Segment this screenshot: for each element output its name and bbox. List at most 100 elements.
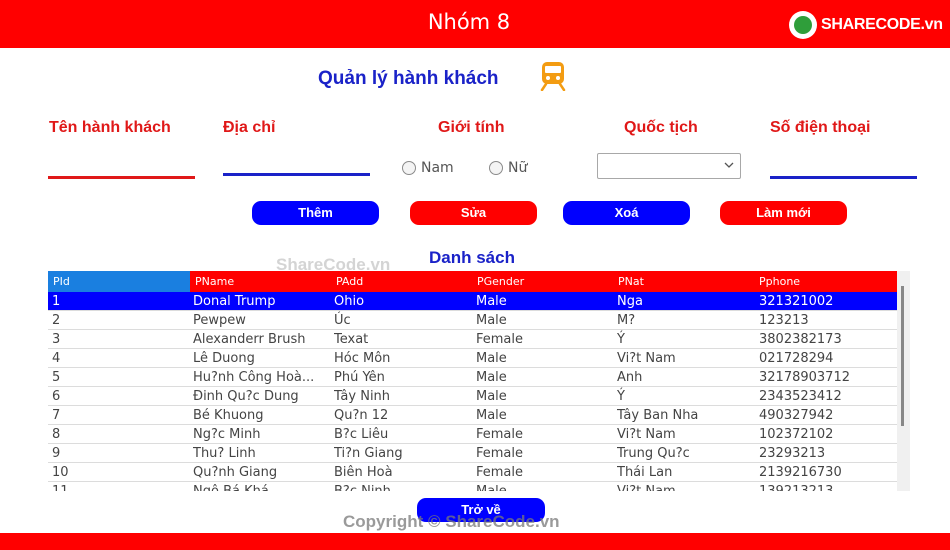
table-row[interactable]: 7 Bé Khuong Qu?n 12 Male Tây Ban Nha 49032794… [48,406,897,425]
name-input[interactable] [49,146,195,176]
cell-padd: B?c Ninh [334,482,469,491]
radio-circle [489,161,503,175]
cell-pname: Lê Duong [193,351,255,366]
cell-pnat: Anh [617,370,643,385]
cell-pid: 10 [52,465,69,480]
cell-pnat: Ý [617,332,625,347]
column-header-pgender[interactable]: PGender [472,271,613,292]
address-input[interactable] [223,146,370,176]
edit-button[interactable]: Sửa [410,201,537,225]
sharecode-logo-text: SHARECODE.vn [821,16,943,33]
cell-pphone: 123213 [759,313,809,328]
cell-pgender: Female [476,465,524,480]
column-header-pid[interactable]: PId [48,271,190,292]
cell-padd: Úc [334,313,351,328]
cell-pnat: Nga [617,294,643,309]
cell-pname: Qu?nh Giang [193,465,278,480]
cell-padd: Phú Yên [334,370,385,385]
cell-pphone: 23293213 [759,446,826,461]
cell-pgender: Male [476,294,507,309]
add-button[interactable]: Thêm [252,201,379,225]
table-row[interactable]: 10 Qu?nh Giang Biên Hoà Female Thái Lan 21392… [48,463,897,482]
cell-pnat: Tây Ban Nha [617,408,699,423]
cell-pgender: Male [476,389,507,404]
bottom-bar [0,533,950,550]
radio-circle [402,161,416,175]
cell-padd: B?c Liêu [334,427,389,442]
table-row[interactable]: 9 Thu? Linh Ti?n Giang Female Trung Qu?c 2329… [48,444,897,463]
page-title: Quản lý hành khách [318,68,499,89]
cell-pid: 5 [52,370,61,385]
cell-pid: 7 [52,408,61,423]
cell-pgender: Male [476,408,507,423]
cell-pid: 2 [52,313,61,328]
cell-padd: Hóc Môn [334,351,391,366]
cell-pphone: 490327942 [759,408,834,423]
gender-radio-female-label: Nữ [508,160,528,176]
cell-pgender: Male [476,370,507,385]
refresh-button[interactable]: Làm mới [720,201,847,225]
cell-padd: Tây Ninh [334,389,391,404]
cell-padd: Qu?n 12 [334,408,389,423]
column-header-pnat[interactable]: PNat [613,271,754,292]
cell-pphone: 321321002 [759,294,834,309]
nationality-select[interactable] [597,153,741,179]
cell-pnat: Vi?t Nam [617,482,752,491]
cell-pid: 11 [52,482,187,491]
cell-padd: Ohio [334,294,365,309]
top-bar: Nhóm 8 SHARECODE.vn [0,0,950,48]
cell-pname: Donal Trump [193,294,276,309]
cell-pid: 3 [52,332,61,347]
cell-pid: 6 [52,389,61,404]
cell-pphone: 139213213 [759,482,894,491]
cell-pgender: Male [476,482,611,491]
list-title: Danh sách [429,248,515,267]
cell-pname: Hu?nh Công Hoà... [193,370,315,385]
address-input-underline [223,173,370,176]
cell-pphone: 2343523412 [759,389,842,404]
cell-pname: Alexanderr Brush [193,332,306,347]
cell-padd: Ti?n Giang [334,446,403,461]
name-label: Tên hành khách [49,119,171,136]
cell-pnat: Thái Lan [617,465,673,480]
delete-button[interactable]: Xoá [563,201,690,225]
gender-radio-male[interactable]: Nam [402,160,454,176]
table-row[interactable]: 6 Đinh Qu?c Dung Tây Ninh Male Ý 2343523412 [48,387,897,406]
table-row[interactable]: 4 Lê Duong Hóc Môn Male Vi?t Nam 021728294 [48,349,897,368]
table-row[interactable]: 5 Hu?nh Công Hoà... Phú Yên Male Anh 32178903… [48,368,897,387]
address-label: Địa chỉ [223,119,276,136]
scrollbar-thumb[interactable] [901,286,904,426]
chevron-down-icon [724,162,734,168]
table-row[interactable]: 1 Donal Trump Ohio Male Nga 321321002 [48,292,897,311]
table-body: 1 Donal Trump Ohio Male Nga 321321002 2 Pewpew Ú… [48,292,897,491]
table-row[interactable]: 3 Alexanderr Brush Texat Female Ý 3802382173 [48,330,897,349]
train-icon [540,62,566,91]
table-scrollbar[interactable] [897,271,910,491]
cell-pid: 1 [52,294,61,309]
cell-pphone: 021728294 [759,351,834,366]
cell-pphone: 3802382173 [759,332,842,347]
cell-pname: Thu? Linh [193,446,256,461]
column-header-pphone[interactable]: Pphone [754,271,897,292]
sharecode-logo-icon [789,11,817,39]
table-row[interactable]: 11 Ngô Bá Khá B?c Ninh Male Vi?t Nam 13921321… [48,482,897,491]
gender-radio-male-label: Nam [421,160,454,176]
cell-pnat: M? [617,313,636,328]
passenger-table: PId PName PAdd PGender PNat Pphone 1 Dona… [48,271,897,491]
sharecode-logo: SHARECODE.vn [789,10,943,40]
cell-pid: 9 [52,446,61,461]
phone-input-underline [770,176,917,179]
table-row[interactable]: 8 Ng?c Minh B?c Liêu Female Vi?t Nam 10237210… [48,425,897,444]
cell-pid: 4 [52,351,61,366]
table-row[interactable]: 2 Pewpew Úc Male M? 123213 [48,311,897,330]
cell-pgender: Female [476,446,524,461]
phone-label: Số điện thoại [770,119,871,136]
cell-pgender: Female [476,427,524,442]
gender-label: Giới tính [438,119,505,136]
cell-pname: Ng?c Minh [193,427,261,442]
cell-padd: Texat [334,332,369,347]
cell-padd: Biên Hoà [334,465,393,480]
cell-pgender: Male [476,313,507,328]
phone-input[interactable] [770,146,917,176]
gender-radio-female[interactable]: Nữ [489,160,527,176]
